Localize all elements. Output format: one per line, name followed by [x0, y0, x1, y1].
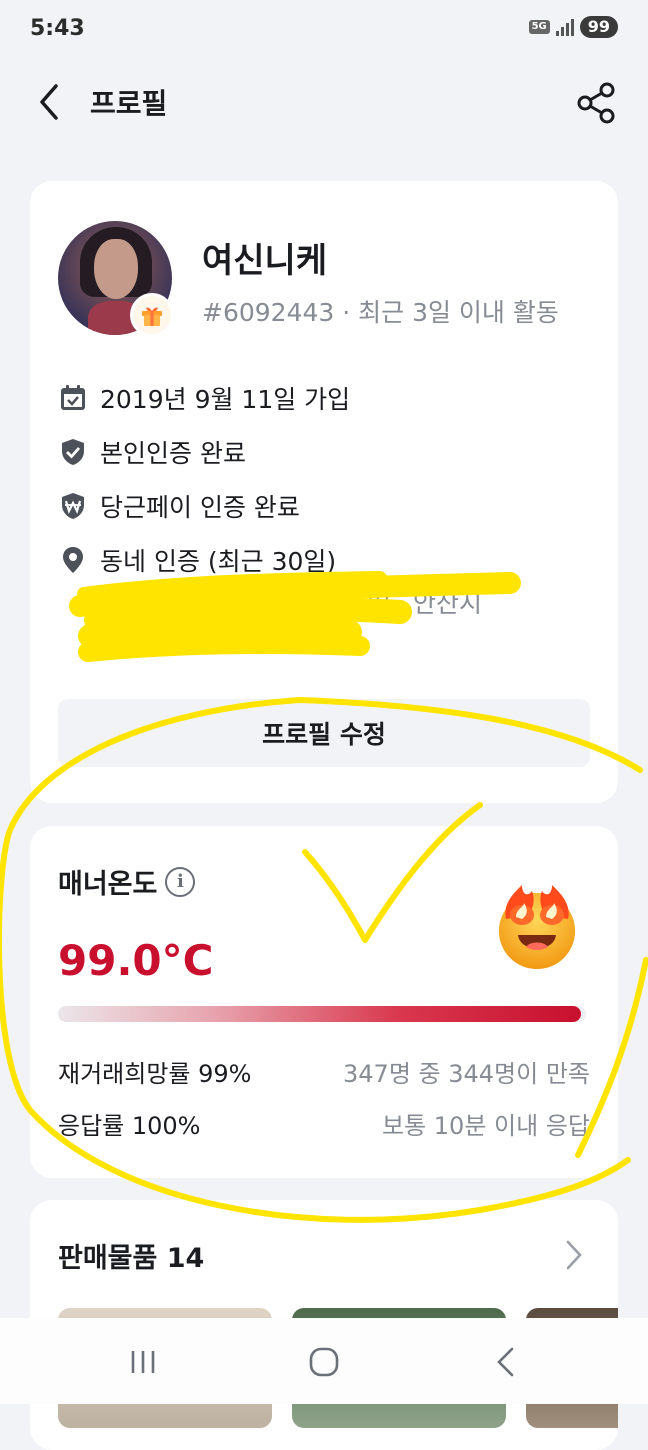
gift-icon: [142, 307, 162, 326]
rehire-rate: 재거래희망률 99%: [58, 1060, 252, 1088]
neighborhood-row: 동네 인증 (최근 30일): [58, 533, 350, 587]
header: 프로필: [0, 62, 648, 142]
system-nav-bar: [0, 1318, 648, 1404]
status-bar: 5:43 5G 99: [0, 0, 648, 60]
network-indicator: 5G: [528, 20, 550, 34]
shield-check-icon: [58, 437, 88, 467]
rehire-desc: 347명 중 344명이 만족: [343, 1060, 590, 1088]
page-title: 프로필: [90, 87, 168, 120]
response-row: 응답률 100% 보통 10분 이내 응답: [58, 1106, 590, 1141]
recent-apps-icon: [131, 1351, 155, 1373]
share-button[interactable]: [574, 80, 620, 126]
pay-row: 당근페이 인증 완료: [58, 479, 350, 533]
recent-apps-button[interactable]: [118, 1340, 168, 1384]
neighborhood-status: 동네 인증 (최근 30일): [100, 547, 337, 576]
response-rate: 응답률 100%: [58, 1112, 201, 1140]
manner-title-text: 매너온도: [58, 869, 158, 900]
share-icon: [577, 82, 615, 124]
edit-profile-button[interactable]: 프로필 수정: [58, 699, 590, 767]
manner-card: 매너온도 i 99.0°C 재거래희망률 99% 347명 중 344명이 만족…: [30, 826, 618, 1178]
home-icon: [309, 1347, 339, 1377]
neighborhood-detail: 경기도 안산시: [336, 589, 482, 618]
calendar-icon: [58, 383, 88, 413]
manner-temperature-bar: [58, 1006, 586, 1022]
identity-row: 본인인증 완료: [58, 425, 350, 479]
battery-indicator: 99: [579, 16, 618, 38]
gift-badge: [130, 293, 174, 337]
join-date: 2019년 9월 11일 가입: [100, 385, 351, 414]
signal-icon: [555, 18, 574, 36]
pay-status: 당근페이 인증 완료: [100, 493, 300, 522]
profile-card: 여신니케 #6092443 · 최근 3일 이내 활동 2019년 9월 11일…: [30, 181, 618, 803]
manner-temperature-fill: [58, 1006, 581, 1022]
manner-title: 매너온도 i: [58, 862, 196, 901]
nav-back-button[interactable]: [482, 1340, 532, 1384]
rehire-row: 재거래희망률 99% 347명 중 344명이 만족: [58, 1054, 590, 1089]
back-icon: [40, 84, 58, 120]
response-desc: 보통 10분 이내 응답: [382, 1112, 590, 1140]
fire-face-emoji: [499, 885, 575, 969]
join-date-row: 2019년 9월 11일 가입: [58, 371, 350, 425]
nickname: 여신니케: [202, 241, 328, 281]
status-time: 5:43: [30, 16, 85, 41]
location-pin-icon: [58, 545, 88, 575]
manner-temperature: 99.0°C: [58, 936, 214, 985]
back-button[interactable]: [30, 80, 70, 124]
profile-info-list: 2019년 9월 11일 가입 본인인증 완료 당근페이 인증 완료 동네 인증…: [58, 371, 350, 587]
status-icons: 5G 99: [528, 16, 618, 38]
won-shield-icon: [58, 491, 88, 521]
identity-status: 본인인증 완료: [100, 439, 246, 468]
info-icon[interactable]: i: [165, 866, 196, 897]
nav-back-icon: [497, 1347, 514, 1377]
home-button[interactable]: [299, 1340, 349, 1384]
chevron-right-icon[interactable]: [562, 1238, 586, 1272]
profile-meta: #6092443 · 최근 3일 이내 활동: [202, 298, 559, 327]
sales-title: 판매물품 14: [58, 1243, 205, 1274]
